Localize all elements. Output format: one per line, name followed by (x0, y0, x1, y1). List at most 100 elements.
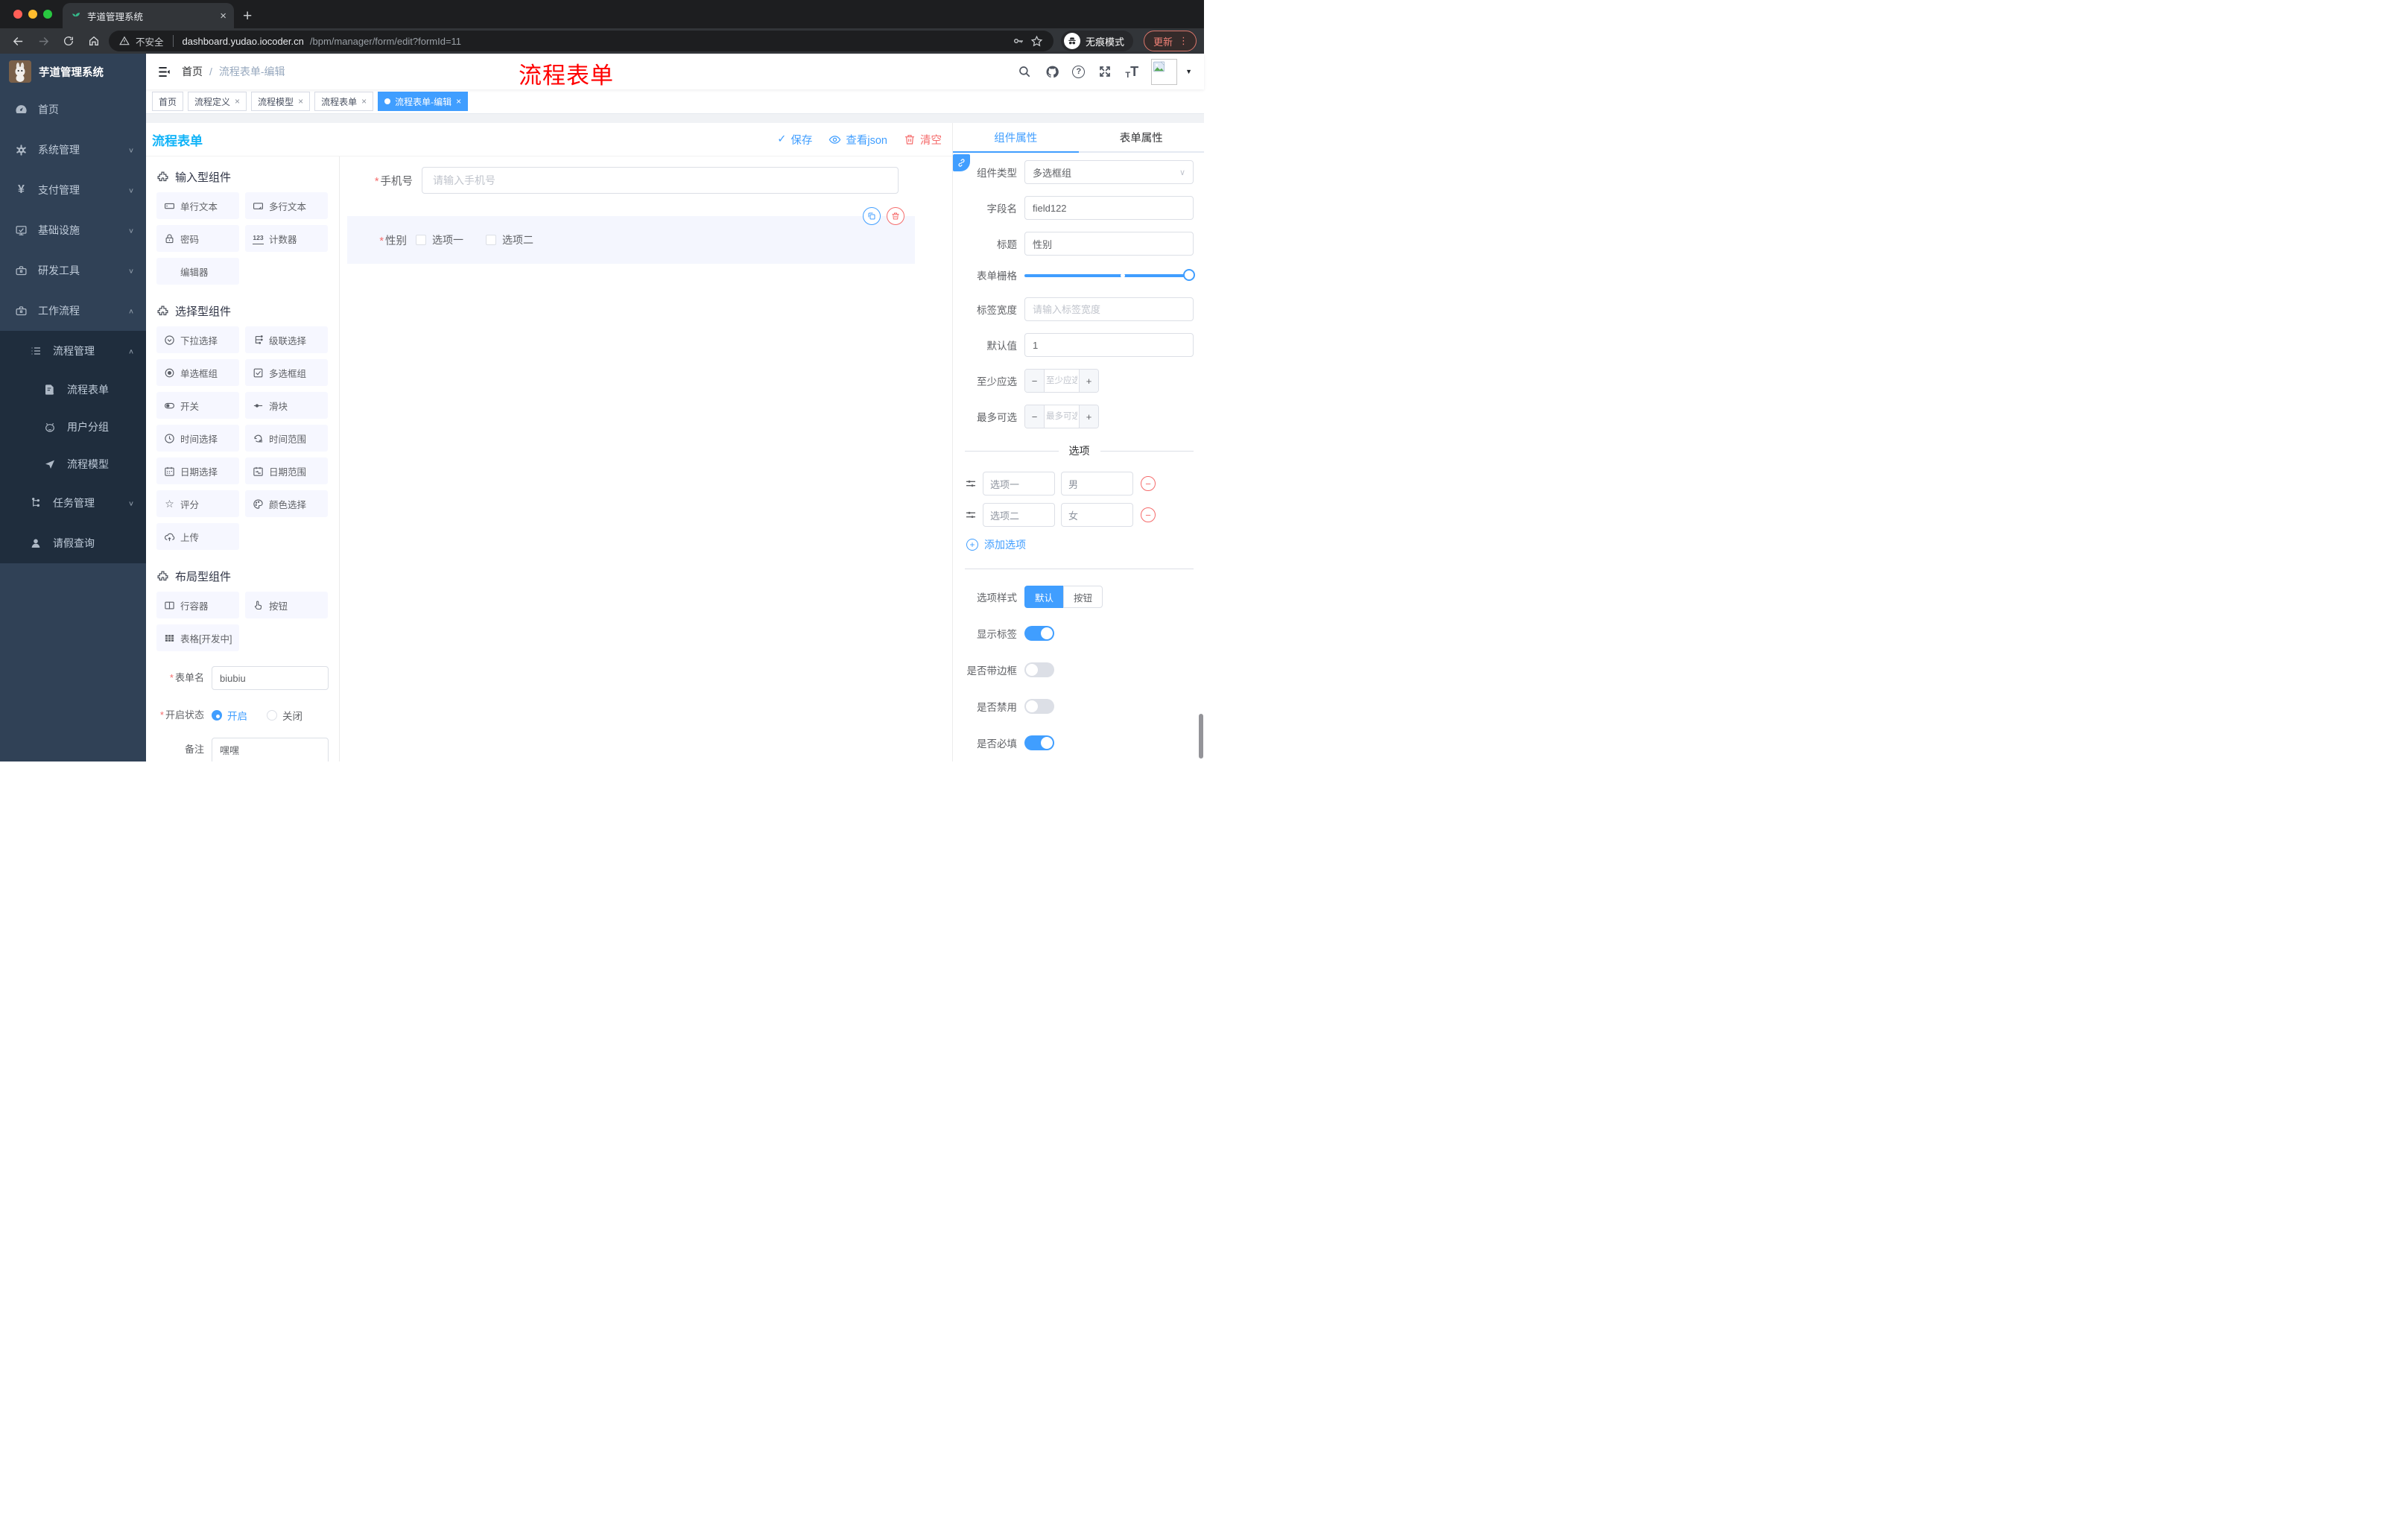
component-item-radio-group[interactable]: 单选框组 (156, 359, 239, 386)
canvas-field-gender-selected[interactable]: * 性别 选项一 选项二 (347, 207, 915, 264)
tab-component-props[interactable]: 组件属性 (953, 123, 1079, 153)
field-name-input[interactable] (1024, 196, 1194, 220)
back-icon[interactable] (7, 31, 28, 51)
gender-checkbox-option2[interactable]: 选项二 (486, 232, 533, 247)
update-label[interactable]: 更新 (1153, 34, 1173, 48)
collapse-sidebar-icon[interactable] (146, 54, 182, 89)
not-secure-label[interactable]: 不安全 (136, 34, 164, 48)
increase-button[interactable]: + (1079, 405, 1098, 428)
style-default-button[interactable]: 默认 (1024, 586, 1064, 608)
view-json-button[interactable]: 查看json (828, 132, 887, 148)
component-item-date-range[interactable]: 日期范围 (245, 457, 328, 484)
min-select-input[interactable] (1045, 370, 1079, 392)
component-item-checkbox-group[interactable]: 多选框组 (245, 359, 328, 386)
browser-tab[interactable]: 芋道管理系统 × (63, 3, 234, 28)
component-item-multi-text[interactable]: 多行文本 (245, 192, 328, 219)
font-size-icon[interactable]: TT (1125, 64, 1138, 80)
address-bar[interactable]: 不安全 dashboard.yudao.iocoder.cn/bpm/manag… (109, 31, 1054, 51)
component-item-button[interactable]: 按钮 (245, 592, 328, 618)
password-key-icon[interactable] (1013, 35, 1024, 47)
new-tab-button[interactable]: + (243, 8, 252, 24)
canvas-field-phone[interactable]: * 手机号 (340, 167, 952, 194)
show-label-toggle[interactable] (1024, 626, 1054, 641)
component-item-slider[interactable]: 滑块 (245, 392, 328, 419)
increase-button[interactable]: + (1079, 370, 1098, 392)
tag-close-icon[interactable]: × (298, 96, 303, 107)
search-icon[interactable] (1017, 64, 1032, 79)
forward-icon[interactable] (33, 31, 54, 51)
github-icon[interactable] (1045, 64, 1059, 79)
tag-process-model[interactable]: 流程模型 × (251, 92, 311, 111)
default-value-input[interactable] (1024, 333, 1194, 357)
component-item-select[interactable]: 下拉选择 (156, 326, 239, 353)
decrease-button[interactable]: − (1025, 370, 1045, 392)
component-item-password[interactable]: 密码 (156, 225, 239, 252)
close-window-button[interactable] (13, 10, 22, 19)
maximize-window-button[interactable] (43, 10, 52, 19)
remove-option-button[interactable]: − (1141, 476, 1156, 491)
sidebar-item-workflow[interactable]: 工作流程 ∧ (0, 291, 146, 331)
style-button-button[interactable]: 按钮 (1063, 586, 1103, 608)
component-item-single-text[interactable]: 单行文本 (156, 192, 239, 219)
avatar[interactable] (1151, 58, 1178, 85)
delete-component-button[interactable] (887, 207, 904, 225)
window-controls[interactable] (13, 10, 52, 19)
sidebar-item-process-management[interactable]: 流程管理 ∧ (0, 331, 146, 371)
phone-input[interactable] (422, 167, 899, 194)
component-item-cascader[interactable]: 级联选择 (245, 326, 328, 353)
sidebar-item-process-model[interactable]: 流程模型 (0, 446, 146, 483)
status-on-radio[interactable]: 开启 (212, 708, 247, 723)
home-icon[interactable] (83, 31, 104, 51)
component-type-select[interactable]: 多选框组 ∨ (1024, 160, 1194, 184)
gender-checkbox-option1[interactable]: 选项一 (416, 232, 463, 247)
required-toggle[interactable] (1024, 735, 1054, 750)
drag-handle-icon[interactable] (965, 509, 977, 521)
tag-process-form-edit[interactable]: 流程表单-编辑 × (378, 92, 469, 111)
tag-close-icon[interactable]: × (361, 96, 367, 107)
disabled-toggle[interactable] (1024, 699, 1054, 714)
component-item-table[interactable]: 表格[开发中] (156, 624, 239, 651)
sidebar-item-devtools[interactable]: 研发工具 ∨ (0, 250, 146, 291)
tab-close-icon[interactable]: × (220, 10, 226, 22)
sidebar-item-home[interactable]: 首页 (0, 89, 146, 130)
option-label-input[interactable] (983, 472, 1055, 495)
sidebar-item-payment[interactable]: ¥ 支付管理 ∨ (0, 170, 146, 210)
form-name-input[interactable] (212, 666, 329, 690)
form-grid-slider[interactable] (1024, 269, 1195, 281)
tab-form-props[interactable]: 表单属性 (1079, 123, 1205, 151)
component-item-counter[interactable]: 123 计数器 (245, 225, 328, 252)
component-item-row-container[interactable]: 行容器 (156, 592, 239, 618)
component-item-time-range[interactable]: 时间范围 (245, 425, 328, 452)
component-item-upload[interactable]: 上传 (156, 523, 239, 550)
component-item-rate[interactable]: ☆ 评分 (156, 490, 239, 517)
tag-process-form[interactable]: 流程表单 × (314, 92, 374, 111)
help-icon[interactable]: ? (1072, 65, 1086, 78)
status-off-radio[interactable]: 关闭 (267, 708, 302, 723)
component-item-date-picker[interactable]: 日期选择 (156, 457, 239, 484)
remove-option-button[interactable]: − (1141, 507, 1156, 522)
component-item-editor[interactable]: 编辑器 (156, 258, 239, 285)
drag-handle-icon[interactable] (965, 478, 977, 490)
tag-close-icon[interactable]: × (235, 96, 240, 107)
component-item-time-picker[interactable]: 时间选择 (156, 425, 239, 452)
tag-close-icon[interactable]: × (456, 96, 461, 107)
sidebar-item-infra[interactable]: 基础设施 ∨ (0, 210, 146, 250)
title-input[interactable] (1024, 232, 1194, 256)
border-toggle[interactable] (1024, 662, 1054, 677)
option-value-input[interactable] (1061, 503, 1133, 527)
reload-icon[interactable] (58, 31, 79, 51)
sidebar-item-user-group[interactable]: 用户分组 (0, 408, 146, 446)
sidebar-item-task-management[interactable]: 任务管理 ∨ (0, 483, 146, 523)
breadcrumb-home[interactable]: 首页 (182, 64, 203, 79)
fullscreen-icon[interactable] (1097, 64, 1112, 79)
scrollbar-thumb[interactable] (1199, 714, 1203, 759)
clear-button[interactable]: 清空 (904, 132, 942, 148)
slider-handle[interactable] (1183, 269, 1195, 281)
option-value-input[interactable] (1061, 472, 1133, 495)
sidebar-item-leave-query[interactable]: 请假查询 (0, 523, 146, 563)
option-label-input[interactable] (983, 503, 1055, 527)
sidebar-item-system[interactable]: 系统管理 ∨ (0, 130, 146, 170)
component-item-color-picker[interactable]: 颜色选择 (245, 490, 328, 517)
duplicate-component-button[interactable] (863, 207, 881, 225)
max-select-input[interactable] (1045, 405, 1079, 428)
